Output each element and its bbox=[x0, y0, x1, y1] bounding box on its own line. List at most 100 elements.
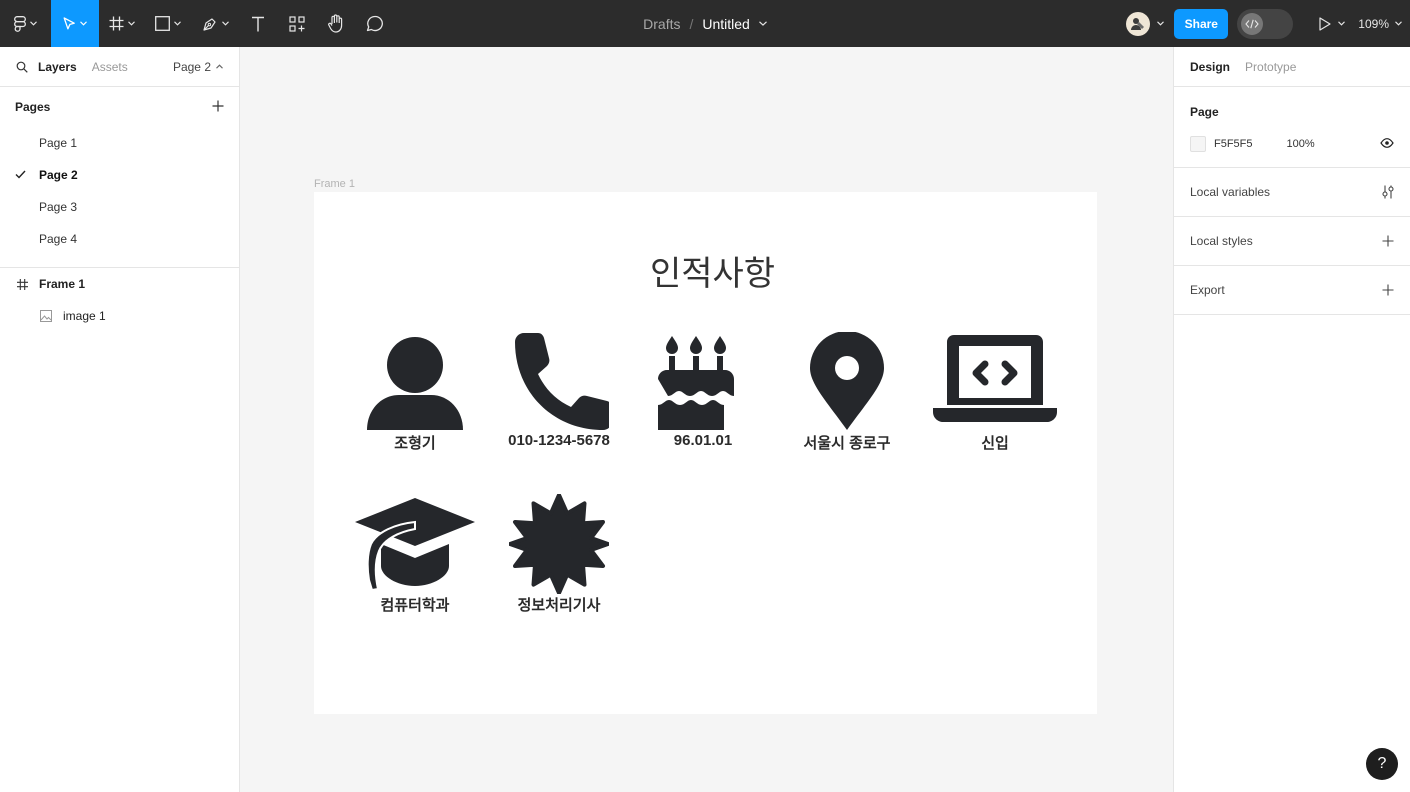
page-selector-label: Page 2 bbox=[172, 59, 211, 74]
profile-item-label: 컴퓨터학과 bbox=[380, 597, 450, 614]
profile-item-address: 서울시 종로구 bbox=[784, 332, 910, 453]
cursor-arrow-icon bbox=[63, 16, 75, 29]
checkmark-icon bbox=[15, 170, 26, 179]
page-list: Page 1 Page 2 Page 3 Page 4 bbox=[0, 127, 239, 255]
add-export-button[interactable] bbox=[1382, 284, 1394, 296]
open-variables-button[interactable] bbox=[1382, 185, 1394, 199]
profile-item-phone: 010-1234-5678 bbox=[496, 332, 622, 449]
chevron-down-icon bbox=[128, 21, 135, 26]
page-item[interactable]: Page 1 bbox=[0, 127, 239, 159]
page-item-current[interactable]: Page 2 bbox=[0, 159, 239, 191]
page-item[interactable]: Page 4 bbox=[0, 223, 239, 255]
add-style-button[interactable] bbox=[1382, 235, 1394, 247]
layer-item-frame[interactable]: Frame 1 bbox=[0, 268, 239, 300]
figma-logo-icon bbox=[14, 15, 26, 32]
profile-item-label: 정보처리기사 bbox=[517, 597, 601, 614]
page-item-label: Page 2 bbox=[39, 168, 78, 182]
present-button[interactable] bbox=[1319, 16, 1346, 31]
help-button[interactable]: ? bbox=[1366, 748, 1398, 780]
laptop-code-icon bbox=[933, 335, 1057, 422]
tab-layers[interactable]: Layers bbox=[38, 60, 77, 74]
dev-mode-toggle[interactable] bbox=[1237, 8, 1294, 39]
breadcrumb-drafts-link[interactable]: Drafts bbox=[643, 16, 680, 32]
plus-icon bbox=[1382, 235, 1394, 247]
user-avatar-button[interactable] bbox=[1126, 11, 1165, 36]
text-tool-button[interactable] bbox=[239, 0, 277, 47]
chevron-down-icon bbox=[80, 21, 87, 26]
design-canvas[interactable]: Frame 1 인적사항 조형기 010-1234-5678 96.01.01 … bbox=[240, 47, 1173, 792]
comment-tool-button[interactable] bbox=[355, 0, 395, 47]
pen-tool-button[interactable] bbox=[191, 0, 239, 47]
image-icon bbox=[34, 310, 58, 322]
layer-list: Frame 1 image 1 bbox=[0, 268, 239, 332]
page-fill-hex[interactable]: F5F5F5 bbox=[1214, 138, 1253, 150]
chevron-down-icon bbox=[758, 21, 767, 26]
add-page-button[interactable] bbox=[212, 100, 224, 115]
person-icon bbox=[367, 337, 463, 430]
code-brackets-icon bbox=[1245, 19, 1260, 28]
eye-icon bbox=[1380, 137, 1394, 148]
layers-panel: Layers Assets Page 2 Pages Page 1 Page 2… bbox=[0, 47, 240, 792]
tab-assets[interactable]: Assets bbox=[92, 60, 128, 74]
profile-item-major: 컴퓨터학과 bbox=[352, 494, 478, 615]
profile-item-label: 신입 bbox=[981, 435, 1009, 452]
breadcrumb-separator: / bbox=[689, 15, 694, 32]
search-icon[interactable] bbox=[16, 61, 28, 73]
components-icon bbox=[289, 15, 305, 32]
chevron-down-icon bbox=[1157, 21, 1165, 26]
left-panel-tabs: Layers Assets Page 2 bbox=[0, 47, 239, 87]
page-item[interactable]: Page 3 bbox=[0, 191, 239, 223]
pages-heading: Pages bbox=[15, 100, 51, 114]
text-t-icon bbox=[252, 16, 264, 31]
frame-label[interactable]: Frame 1 bbox=[314, 178, 355, 190]
pen-icon bbox=[202, 17, 216, 31]
zoom-control[interactable]: 109% bbox=[1358, 17, 1410, 31]
tab-prototype[interactable]: Prototype bbox=[1245, 60, 1296, 74]
location-pin-icon bbox=[810, 332, 884, 430]
profile-item-name: 조형기 bbox=[352, 332, 478, 453]
frame-tool-button[interactable] bbox=[99, 0, 145, 47]
hand-tool-button[interactable] bbox=[317, 0, 355, 47]
profile-item-label: 96.01.01 bbox=[673, 432, 733, 449]
local-styles-label: Local styles bbox=[1190, 234, 1253, 248]
shape-tool-button[interactable] bbox=[145, 0, 191, 47]
plus-icon bbox=[1382, 284, 1394, 296]
visibility-toggle[interactable] bbox=[1380, 137, 1394, 151]
page-fill-opacity[interactable]: 100% bbox=[1287, 138, 1315, 150]
page-fill-swatch[interactable] bbox=[1190, 136, 1206, 152]
page-selector[interactable]: Page 2 bbox=[173, 60, 223, 74]
hand-icon bbox=[328, 14, 343, 33]
profile-item-status: 신입 bbox=[932, 332, 1058, 453]
phone-icon bbox=[515, 333, 609, 430]
toolbar-right-group: Share 109% bbox=[1126, 0, 1410, 47]
page-item-label: Page 4 bbox=[39, 232, 78, 246]
comment-bubble-icon bbox=[366, 15, 383, 32]
page-fill-row: F5F5F5 100% bbox=[1190, 136, 1394, 152]
sliders-icon bbox=[1382, 185, 1394, 199]
layer-item-label: Frame 1 bbox=[39, 277, 86, 291]
plus-icon bbox=[212, 100, 224, 111]
profile-item-birthday: 96.01.01 bbox=[640, 332, 766, 449]
layer-item-label: image 1 bbox=[63, 309, 106, 323]
layer-item-image[interactable]: image 1 bbox=[0, 300, 239, 332]
chevron-down-icon bbox=[1338, 21, 1346, 26]
chevron-up-icon bbox=[216, 64, 223, 69]
zoom-level: 109% bbox=[1358, 16, 1389, 31]
right-panel-tabs: Design Prototype bbox=[1174, 47, 1410, 87]
properties-panel: Design Prototype Page F5F5F5 100% Local … bbox=[1173, 47, 1410, 792]
file-title[interactable]: Untitled bbox=[702, 16, 749, 32]
play-icon bbox=[1319, 16, 1331, 31]
frame-1[interactable]: 인적사항 조형기 010-1234-5678 96.01.01 서울시 종로구 … bbox=[314, 192, 1097, 714]
share-button[interactable]: Share bbox=[1174, 8, 1229, 39]
dev-mode-knob bbox=[1241, 12, 1264, 35]
pages-header: Pages bbox=[0, 87, 239, 127]
frame-icon bbox=[10, 278, 34, 290]
profile-item-label: 서울시 종로구 bbox=[803, 435, 891, 452]
profile-item-label: 조형기 bbox=[394, 435, 436, 452]
resources-tool-button[interactable] bbox=[277, 0, 317, 47]
main-menu-button[interactable] bbox=[0, 0, 51, 47]
export-row: Export bbox=[1174, 266, 1410, 315]
tab-design[interactable]: Design bbox=[1190, 60, 1230, 74]
move-tool-button[interactable] bbox=[51, 0, 99, 47]
file-menu-toggle[interactable] bbox=[758, 21, 767, 26]
